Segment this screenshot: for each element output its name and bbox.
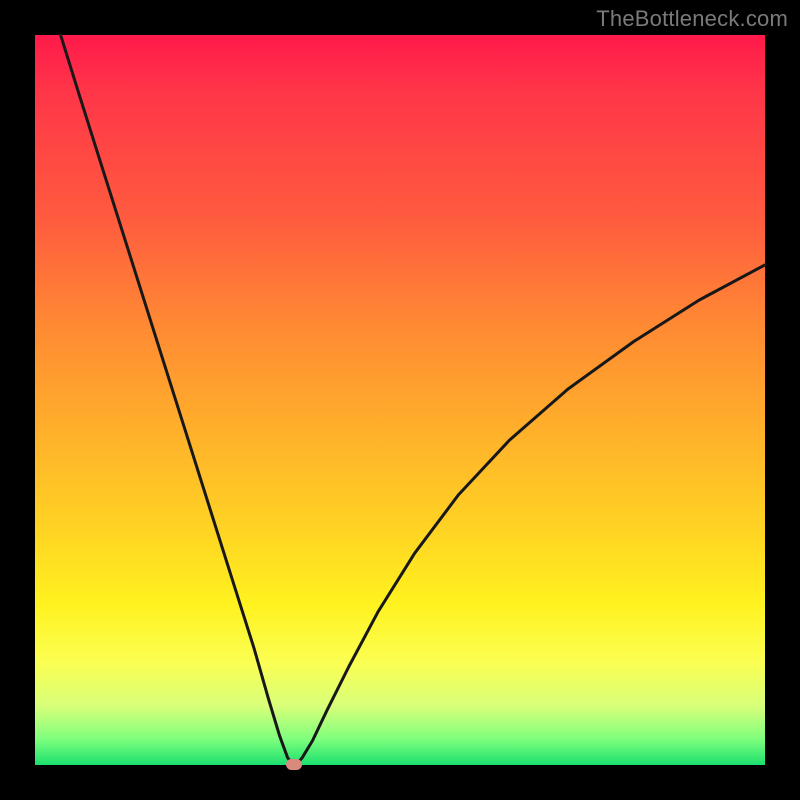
optimal-point-marker	[286, 759, 302, 770]
chart-frame: TheBottleneck.com	[0, 0, 800, 800]
bottleneck-curve	[35, 35, 765, 765]
plot-area	[35, 35, 765, 765]
watermark-text: TheBottleneck.com	[596, 6, 788, 32]
